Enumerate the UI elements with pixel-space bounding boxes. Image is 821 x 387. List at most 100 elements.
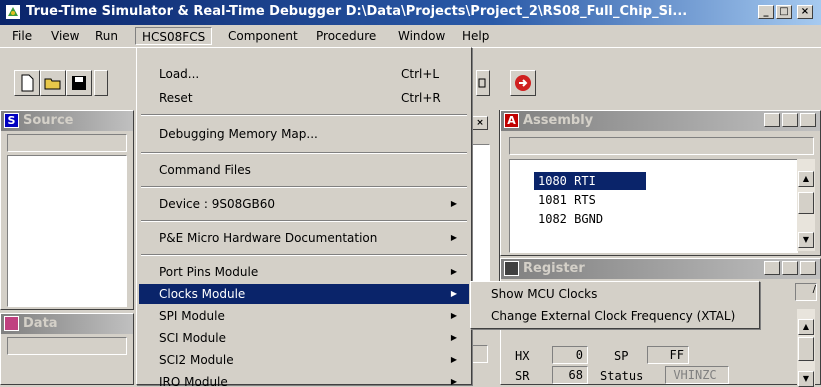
save-button[interactable] bbox=[66, 70, 92, 96]
step-button[interactable] bbox=[476, 70, 490, 96]
menu-window[interactable]: Window bbox=[392, 27, 451, 45]
reset-shortcut: Ctrl+R bbox=[401, 91, 441, 105]
toolbar-button[interactable] bbox=[94, 70, 108, 96]
menu-item-change-clock-frequency[interactable]: Change External Clock Frequency (XTAL) bbox=[473, 306, 757, 326]
menu-item-reset[interactable]: Reset Ctrl+R bbox=[139, 88, 469, 108]
window-title: True-Time Simulator & Real-Time Debugger… bbox=[26, 4, 688, 19]
submenu-arrow-icon: ▶ bbox=[450, 233, 457, 242]
menu-view[interactable]: View bbox=[45, 27, 85, 45]
close-button[interactable]: × bbox=[797, 5, 813, 19]
assembly-pane: A Assembly _ □ × 1080 RTI 1081 RTS 1082 … bbox=[500, 110, 821, 256]
register-maximize-button[interactable]: □ bbox=[782, 261, 798, 275]
register-title-label: Register bbox=[523, 261, 585, 276]
register-scrollbar[interactable]: ▲ ▼ bbox=[797, 309, 815, 387]
assembly-scrollbar[interactable]: ▲ ▼ bbox=[797, 159, 815, 251]
scroll-down-icon[interactable]: ▼ bbox=[798, 232, 814, 248]
source-pane: S Source bbox=[0, 110, 134, 310]
source-pane-title[interactable]: S Source bbox=[1, 111, 133, 131]
menu-item-sci[interactable]: SCI Module ▶ bbox=[139, 328, 469, 348]
menu-separator bbox=[141, 254, 467, 256]
assembly-line-selected[interactable]: 1080 RTI bbox=[534, 172, 646, 190]
register-minimize-button[interactable]: _ bbox=[764, 261, 780, 275]
reset-label: Reset bbox=[159, 91, 193, 105]
menu-help[interactable]: Help bbox=[456, 27, 495, 45]
source-scroll-edge bbox=[472, 144, 490, 296]
menu-item-show-mcu-clocks[interactable]: Show MCU Clocks bbox=[473, 284, 757, 304]
data-pane-title[interactable]: Data bbox=[1, 314, 133, 334]
source-icon: S bbox=[4, 113, 19, 128]
register-close-button[interactable]: × bbox=[800, 261, 816, 275]
menu-item-debugging-memory-map[interactable]: Debugging Memory Map... bbox=[139, 124, 469, 144]
sr-value[interactable]: 68 bbox=[552, 366, 588, 384]
menu-separator bbox=[141, 186, 467, 188]
menu-item-irq[interactable]: IRQ Module ▶ bbox=[139, 372, 469, 386]
menu-item-load[interactable]: Load... Ctrl+L bbox=[139, 64, 469, 84]
data-info-strip bbox=[7, 337, 127, 355]
pe-doc-label: P&E Micro Hardware Documentation bbox=[159, 231, 378, 245]
scroll-thumb[interactable] bbox=[798, 337, 814, 361]
halt-icon bbox=[515, 75, 531, 91]
register-icon bbox=[504, 261, 519, 276]
status-flags[interactable]: VHINZC bbox=[665, 366, 729, 384]
hx-label: HX bbox=[515, 349, 530, 363]
assembly-line[interactable]: 1082 BGND bbox=[538, 210, 603, 228]
register-pane-title[interactable]: Register _ □ × bbox=[501, 259, 820, 279]
step-icon bbox=[478, 78, 486, 88]
assembly-title-label: Assembly bbox=[523, 113, 594, 128]
assembly-line[interactable]: 1081 RTS bbox=[538, 191, 596, 209]
data-strip-edge bbox=[472, 345, 488, 363]
status-label: Status bbox=[600, 369, 644, 383]
menu-item-clocks[interactable]: Clocks Module ▶ bbox=[139, 284, 469, 304]
sci-label: SCI Module bbox=[159, 331, 226, 345]
title-bar[interactable]: True-Time Simulator & Real-Time Debugger… bbox=[0, 0, 821, 25]
submenu-arrow-icon: ▶ bbox=[450, 289, 457, 298]
menu-item-spi[interactable]: SPI Module ▶ bbox=[139, 306, 469, 326]
halt-button[interactable] bbox=[510, 70, 536, 96]
submenu-arrow-icon: ▶ bbox=[450, 355, 457, 364]
app-icon bbox=[5, 4, 21, 20]
spi-label: SPI Module bbox=[159, 309, 225, 323]
source-pane-edge: × bbox=[472, 110, 500, 310]
assembly-minimize-button[interactable]: _ bbox=[764, 113, 780, 127]
assembly-pane-title[interactable]: A Assembly _ □ × bbox=[501, 111, 820, 131]
data-title-label: Data bbox=[23, 316, 58, 331]
scroll-thumb[interactable] bbox=[798, 192, 814, 214]
assembly-close-button[interactable]: × bbox=[800, 113, 816, 127]
clocks-label: Clocks Module bbox=[159, 287, 246, 301]
menu-file[interactable]: File bbox=[6, 27, 38, 45]
minimize-button[interactable]: _ bbox=[758, 5, 774, 19]
scroll-up-icon[interactable]: ▲ bbox=[798, 319, 814, 335]
source-code-area[interactable] bbox=[7, 155, 127, 307]
menu-separator bbox=[141, 152, 467, 154]
menu-procedure[interactable]: Procedure bbox=[310, 27, 382, 45]
irq-label: IRQ Module bbox=[159, 375, 228, 386]
open-file-button[interactable] bbox=[40, 70, 66, 96]
sp-value[interactable]: FF bbox=[647, 346, 689, 364]
source-close-button[interactable]: × bbox=[472, 116, 488, 130]
menu-item-port-pins[interactable]: Port Pins Module ▶ bbox=[139, 262, 469, 282]
maximize-button[interactable]: □ bbox=[776, 5, 792, 19]
menu-item-command-files[interactable]: Command Files bbox=[139, 160, 469, 180]
sr-label: SR bbox=[515, 369, 530, 383]
menu-hcs08fcs[interactable]: HCS08FCS bbox=[135, 27, 213, 45]
submenu-arrow-icon: ▶ bbox=[450, 333, 457, 342]
menu-item-sci2[interactable]: SCI2 Module ▶ bbox=[139, 350, 469, 370]
hx-value[interactable]: 0 bbox=[552, 346, 588, 364]
assembly-code-area[interactable]: 1080 RTI 1081 RTS 1082 BGND bbox=[509, 159, 798, 253]
menu-item-pe-documentation[interactable]: P&E Micro Hardware Documentation ▶ bbox=[139, 228, 469, 248]
assembly-maximize-button[interactable]: □ bbox=[782, 113, 798, 127]
menu-component[interactable]: Component bbox=[222, 27, 304, 45]
new-file-button[interactable] bbox=[14, 70, 40, 96]
load-label: Load... bbox=[159, 67, 200, 81]
device-label: Device : 9S08GB60 bbox=[159, 197, 276, 211]
submenu-arrow-icon: ▶ bbox=[450, 199, 457, 208]
menu-run[interactable]: Run bbox=[89, 27, 124, 45]
clocks-submenu: Show MCU Clocks Change External Clock Fr… bbox=[470, 281, 760, 329]
scroll-up-icon[interactable]: ▲ bbox=[798, 171, 814, 187]
submenu-arrow-icon: ▶ bbox=[450, 267, 457, 276]
source-info-strip bbox=[7, 134, 127, 152]
menu-item-device[interactable]: Device : 9S08GB60 ▶ bbox=[139, 194, 469, 214]
assembly-icon: A bbox=[504, 113, 519, 128]
save-icon bbox=[72, 76, 86, 90]
load-shortcut: Ctrl+L bbox=[401, 67, 440, 81]
